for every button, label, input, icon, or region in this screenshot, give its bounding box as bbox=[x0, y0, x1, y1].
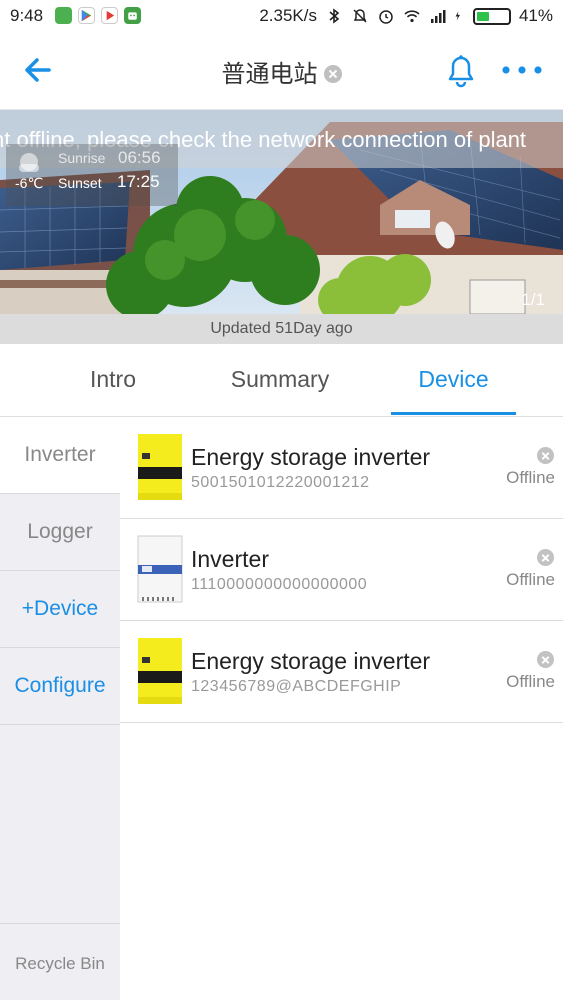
device-list: Energy storage inverter 5001501012220001… bbox=[120, 417, 563, 1000]
alarm-icon bbox=[379, 10, 393, 24]
energy-storage-inverter-thumbnail bbox=[138, 434, 182, 500]
battery-icon bbox=[472, 7, 511, 25]
device-status: Offline bbox=[506, 468, 555, 487]
plant-name: 普通电站 bbox=[221, 61, 318, 88]
charging-icon bbox=[455, 11, 460, 21]
active-tab-indicator bbox=[391, 412, 516, 415]
mute-bell-icon bbox=[353, 9, 367, 23]
device-status: Offline bbox=[506, 672, 555, 691]
recycle-bin-button[interactable]: Recycle Bin bbox=[0, 923, 120, 1000]
weather-box: Sunrise 06:56 -6℃ Sunset 17:25 bbox=[6, 144, 178, 206]
energy-storage-inverter-thumbnail bbox=[138, 638, 182, 704]
device-status: Offline bbox=[506, 570, 555, 589]
device-row[interactable]: Energy storage inverter 5001501012220001… bbox=[120, 417, 563, 519]
device-name: Energy storage inverter bbox=[191, 444, 431, 470]
photo-pager: 1/1 bbox=[521, 290, 545, 309]
wifi-icon bbox=[404, 10, 420, 23]
sunrise-label: Sunrise bbox=[58, 150, 106, 166]
status-time: 9:48 bbox=[10, 6, 44, 25]
status-bar: 9:48 2.35K/s 41% bbox=[0, 0, 563, 32]
app-notification-icon bbox=[55, 7, 72, 24]
bell-icon[interactable] bbox=[444, 52, 478, 88]
sidebar-item-logger[interactable]: Logger bbox=[0, 494, 120, 571]
more-options-icon[interactable] bbox=[500, 60, 544, 80]
updated-label: Updated 51Day ago bbox=[0, 314, 563, 344]
cloud-icon bbox=[19, 153, 39, 172]
tab-summary[interactable]: Summary bbox=[215, 366, 345, 393]
delete-device-icon[interactable] bbox=[537, 651, 554, 668]
play-store-icon bbox=[78, 7, 95, 24]
sunset-time: 17:25 bbox=[117, 172, 160, 191]
bluetooth-icon bbox=[329, 8, 340, 24]
add-device-button[interactable]: +Device bbox=[0, 571, 120, 648]
notification-icons bbox=[55, 7, 141, 24]
page-title: 普通电站 bbox=[0, 54, 563, 89]
battery-percent: 41% bbox=[518, 6, 553, 25]
nav-bar: 普通电站 bbox=[0, 32, 563, 110]
video-app-icon bbox=[101, 7, 118, 24]
device-row[interactable]: Inverter 1110000000000000000 Offline bbox=[120, 519, 563, 621]
inverter-thumbnail bbox=[137, 535, 183, 603]
tab-bar: Intro Summary Device bbox=[0, 344, 563, 417]
device-serial: 123456789@ABCDEFGHIP bbox=[191, 678, 402, 695]
network-speed: 2.35K/s bbox=[259, 6, 317, 25]
sunrise-time: 06:56 bbox=[118, 148, 161, 167]
offline-mark-icon bbox=[323, 64, 342, 83]
device-serial: 5001501012220001212 bbox=[191, 474, 370, 491]
signal-icon bbox=[430, 10, 446, 23]
device-serial: 1110000000000000000 bbox=[191, 576, 368, 593]
device-name: Inverter bbox=[191, 546, 269, 572]
status-right: 2.35K/s 41% bbox=[259, 6, 553, 26]
sunset-label: Sunset bbox=[58, 175, 102, 191]
sidebar-item-inverter[interactable]: Inverter bbox=[0, 417, 120, 494]
configure-button[interactable]: Configure bbox=[0, 648, 120, 725]
delete-device-icon[interactable] bbox=[537, 447, 554, 464]
temperature: -6℃ bbox=[15, 175, 44, 191]
device-name: Energy storage inverter bbox=[191, 648, 431, 674]
app-screen: 9:48 2.35K/s 41% 普通电站 nt offline, please… bbox=[0, 0, 563, 1000]
android-app-icon bbox=[124, 7, 141, 24]
device-row[interactable]: Energy storage inverter 123456789@ABCDEF… bbox=[120, 621, 563, 723]
tab-intro[interactable]: Intro bbox=[58, 366, 168, 393]
device-sidebar: Inverter Logger +Device Configure Recycl… bbox=[0, 417, 120, 1000]
plant-banner[interactable]: nt offline, please check the network con… bbox=[0, 110, 563, 314]
delete-device-icon[interactable] bbox=[537, 549, 554, 566]
tab-device[interactable]: Device bbox=[391, 366, 516, 393]
